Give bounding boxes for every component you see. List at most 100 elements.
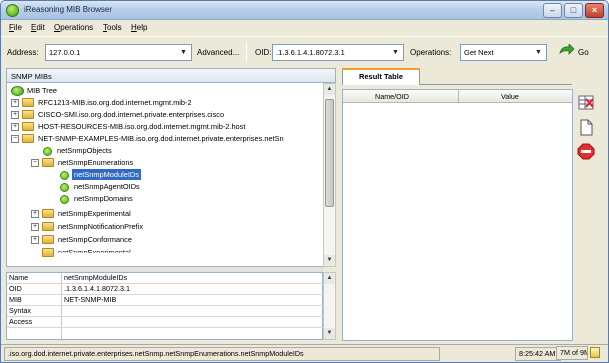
- snmp-mibs-header: SNMP MIBs: [6, 68, 336, 83]
- menu-bar: File Edit Operations Tools Help: [1, 21, 608, 35]
- tree-node[interactable]: netSnmpObjects: [57, 145, 112, 156]
- leaf-node-icon: [60, 183, 69, 192]
- status-oid-path: .iso.org.dod.internet.private.enterprise…: [4, 347, 440, 361]
- advanced-button[interactable]: Advanced...: [197, 48, 239, 57]
- title-bar: iReasoning MIB Browser – □ ×: [1, 1, 608, 20]
- folder-open-icon: [42, 158, 54, 167]
- toolbar-divider: [246, 42, 247, 62]
- property-row[interactable]: MIB NET-SNMP-MIB: [7, 295, 324, 306]
- chevron-down-icon[interactable]: ▼: [177, 46, 190, 59]
- scroll-up-icon[interactable]: ▲: [324, 84, 335, 95]
- go-button[interactable]: Go: [578, 48, 589, 57]
- clear-table-icon[interactable]: [577, 94, 595, 111]
- leaf-node-icon: [43, 147, 52, 156]
- property-value: .1.3.6.1.4.1.8072.3.1: [64, 284, 130, 293]
- result-table[interactable]: Name/OID Value: [342, 89, 573, 341]
- tree-node[interactable]: NET-SNMP-EXAMPLES-MIB.iso.org.dod.intern…: [38, 133, 284, 144]
- folder-icon: [22, 122, 34, 131]
- tree-node[interactable]: netSnmpConformance: [58, 234, 132, 245]
- oid-label: OID:: [255, 48, 272, 57]
- folder-icon: [22, 110, 34, 119]
- property-row[interactable]: Access: [7, 317, 324, 328]
- menu-edit[interactable]: Edit: [31, 23, 45, 32]
- tree-node[interactable]: netSnmpExperimental: [58, 208, 131, 219]
- column-header-value[interactable]: Value: [501, 92, 519, 101]
- oid-combo[interactable]: .1.3.6.1.4.1.8072.3.1 ▼: [272, 44, 404, 61]
- tree-node[interactable]: netSnmpNotificationPrefix: [58, 221, 143, 232]
- properties-scrollbar[interactable]: ▲ ▼: [323, 272, 336, 340]
- garbage-collect-icon[interactable]: [590, 347, 600, 358]
- mib-tree[interactable]: MIB Tree + RFC1213-MIB.iso.org.dod.inter…: [6, 83, 323, 267]
- tree-node[interactable]: netSnmpAgentOIDs: [74, 181, 140, 192]
- property-row[interactable]: Name netSnmpModuleIDs: [7, 273, 324, 284]
- property-key: Name: [9, 273, 29, 282]
- status-memory: 7M of 9M: [556, 346, 588, 360]
- property-key: OID: [9, 284, 22, 293]
- maximize-button[interactable]: □: [564, 3, 583, 18]
- property-key: MIB: [9, 295, 22, 304]
- folder-icon: [42, 235, 54, 244]
- tree-vertical-scrollbar[interactable]: ▲ ▼: [323, 83, 336, 267]
- address-value: 127.0.0.1: [49, 48, 81, 57]
- app-logo-icon: [6, 4, 19, 17]
- folder-open-icon: [22, 134, 34, 143]
- operations-select[interactable]: Get Next ▼: [460, 44, 547, 61]
- property-row[interactable]: OID .1.3.6.1.4.1.8072.3.1: [7, 284, 324, 295]
- result-tabs: Result Table: [342, 68, 572, 85]
- status-bar: .iso.org.dod.internet.private.enterprise…: [1, 344, 608, 362]
- collapse-icon[interactable]: −: [11, 135, 19, 143]
- tab-result-table[interactable]: Result Table: [342, 68, 420, 85]
- property-key: Access: [9, 317, 33, 326]
- property-row[interactable]: Syntax: [7, 306, 324, 317]
- mib-properties-table: Name netSnmpModuleIDs OID .1.3.6.1.4.1.8…: [6, 272, 324, 341]
- leaf-node-icon: [60, 171, 69, 180]
- scroll-down-icon[interactable]: ▼: [324, 328, 335, 339]
- tree-node-partial[interactable]: netSnmpExperimental: [58, 247, 131, 253]
- scroll-down-icon[interactable]: ▼: [324, 255, 335, 266]
- collapse-icon[interactable]: −: [31, 159, 39, 167]
- close-button[interactable]: ×: [585, 3, 604, 18]
- menu-help[interactable]: Help: [131, 23, 147, 32]
- property-value: netSnmpModuleIDs: [64, 273, 128, 282]
- column-header-name-oid[interactable]: Name/OID: [375, 92, 409, 101]
- oid-value: .1.3.6.1.4.1.8072.3.1: [276, 48, 345, 57]
- expand-icon[interactable]: +: [11, 123, 19, 131]
- expand-icon[interactable]: +: [11, 99, 19, 107]
- status-time: 8:25:42 AM: [515, 347, 561, 361]
- expand-icon[interactable]: +: [11, 111, 19, 119]
- folder-icon: [22, 98, 34, 107]
- chevron-down-icon[interactable]: ▼: [389, 46, 402, 59]
- folder-icon: [42, 222, 54, 231]
- document-icon[interactable]: [577, 119, 595, 136]
- operations-value: Get Next: [464, 48, 494, 57]
- scroll-up-icon[interactable]: ▲: [324, 273, 335, 284]
- minimize-button[interactable]: –: [543, 3, 562, 18]
- leaf-node-icon: [60, 195, 69, 204]
- tree-node-selected[interactable]: netSnmpModuleIDs: [72, 169, 141, 180]
- window-title: iReasoning MIB Browser: [24, 5, 113, 14]
- menu-tools[interactable]: Tools: [103, 23, 122, 32]
- tree-root[interactable]: MIB Tree: [27, 85, 57, 96]
- chevron-down-icon[interactable]: ▼: [532, 46, 545, 59]
- mib-tree-root-icon: [11, 86, 24, 96]
- result-table-header: Name/OID Value: [343, 90, 572, 103]
- column-divider: [458, 90, 459, 103]
- expand-icon[interactable]: +: [31, 223, 39, 231]
- scroll-thumb[interactable]: [325, 99, 334, 207]
- property-value: NET-SNMP-MIB: [64, 295, 117, 304]
- menu-operations[interactable]: Operations: [54, 23, 93, 32]
- tree-node[interactable]: RFC1213-MIB.iso.org.dod.internet.mgmt.mi…: [38, 97, 192, 108]
- go-arrow-icon[interactable]: [559, 44, 575, 57]
- tree-node[interactable]: CISCO-SMI.iso.org.dod.internet.private.e…: [38, 109, 224, 120]
- expand-icon[interactable]: +: [31, 236, 39, 244]
- folder-icon: [42, 209, 54, 218]
- operations-label: Operations:: [410, 48, 452, 57]
- menu-file[interactable]: File: [9, 23, 22, 32]
- tree-node[interactable]: netSnmpDomains: [74, 193, 133, 204]
- tree-node[interactable]: HOST-RESOURCES-MIB.iso.org.dod.internet.…: [38, 121, 245, 132]
- stop-icon[interactable]: [577, 143, 595, 160]
- expand-icon[interactable]: +: [31, 210, 39, 218]
- property-key: Syntax: [9, 306, 31, 315]
- address-combo[interactable]: 127.0.0.1 ▼: [45, 44, 192, 61]
- tree-node[interactable]: netSnmpEnumerations: [58, 157, 133, 168]
